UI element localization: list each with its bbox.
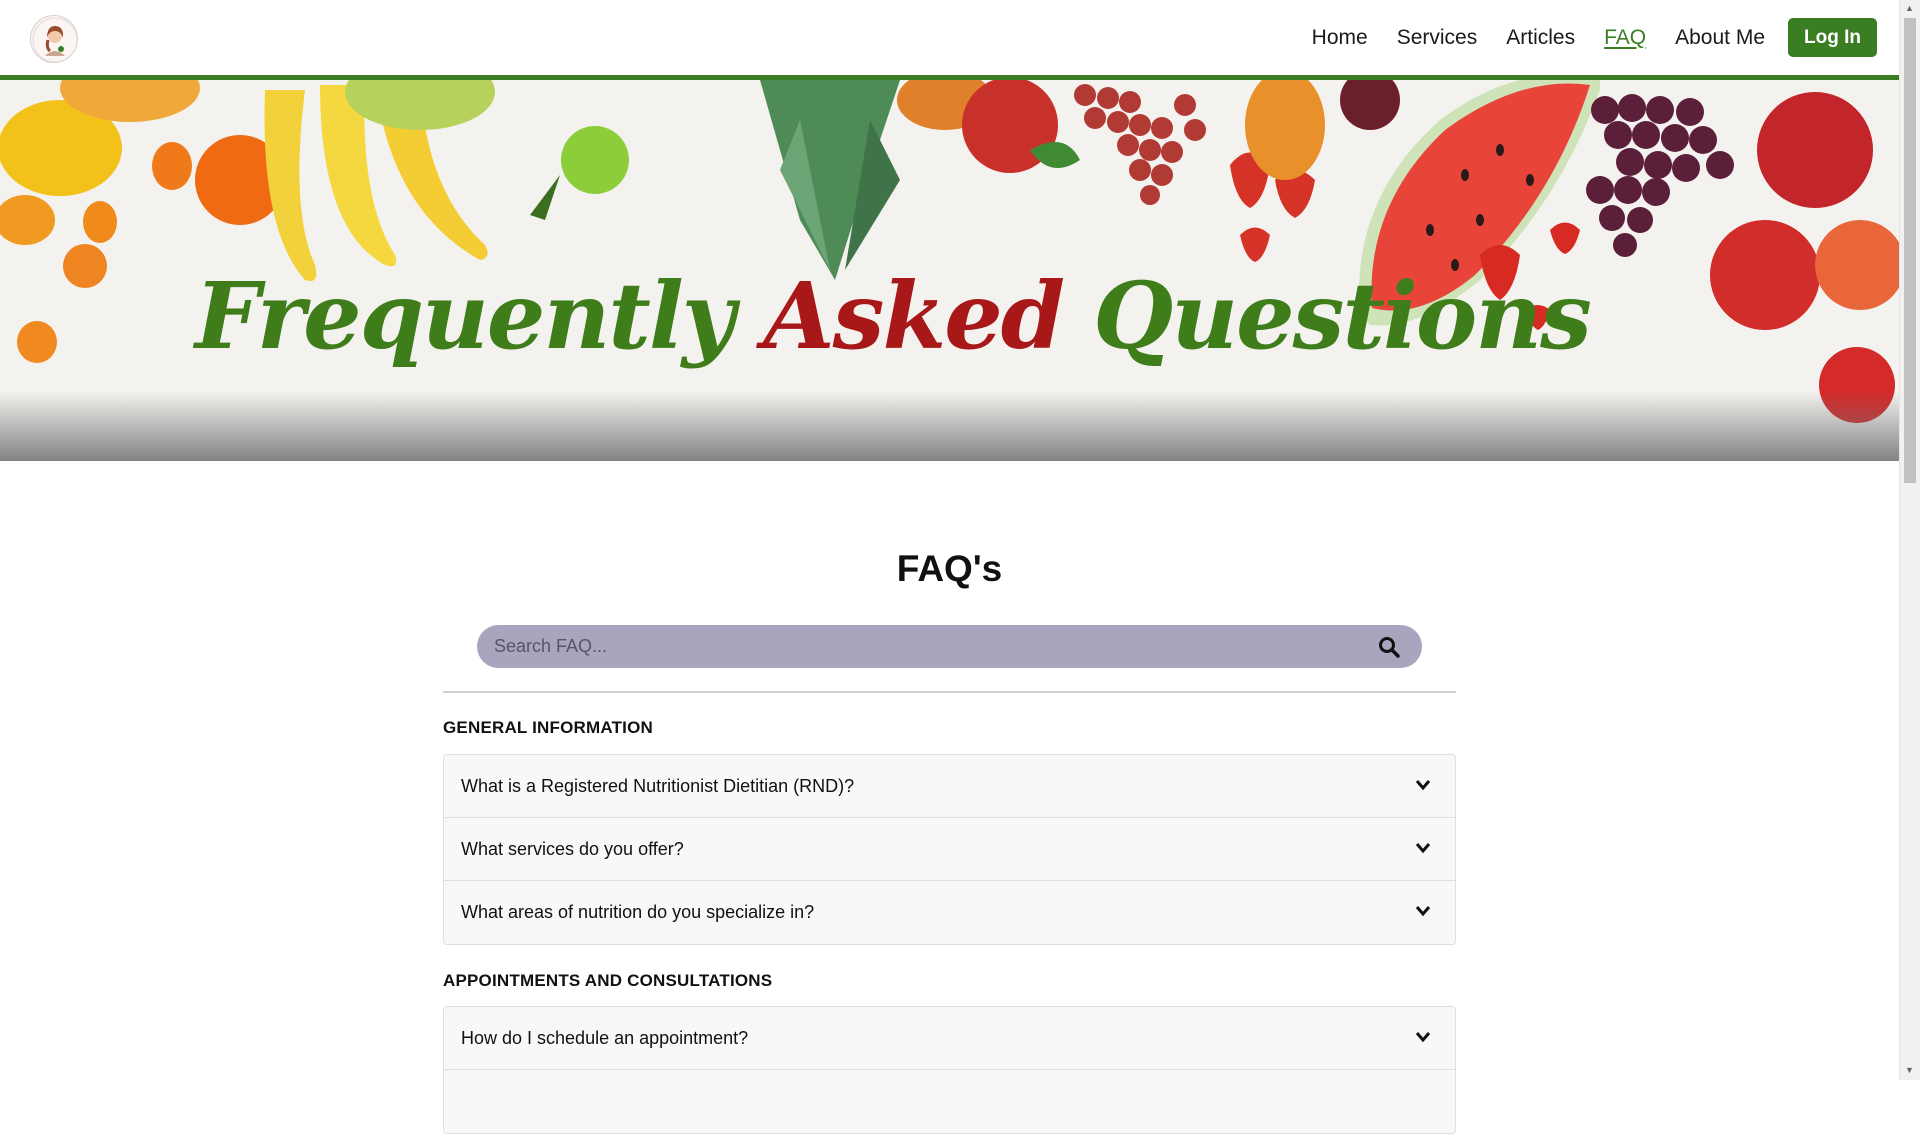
page-title: FAQ's xyxy=(896,548,1003,589)
hero-bottom-shade xyxy=(0,391,1899,461)
faq-group-appointments: How do I schedule an appointment? xyxy=(443,1006,1456,1134)
scrollbar-thumb[interactable] xyxy=(1904,18,1916,483)
nutritionist-logo-icon[interactable] xyxy=(30,15,78,63)
scroll-down-arrow-icon[interactable]: ▼ xyxy=(1905,1066,1914,1075)
hero-title: Frequently Asked Questions xyxy=(195,270,1592,362)
faq-item[interactable]: What services do you offer? xyxy=(444,818,1455,881)
faq-search-bar xyxy=(477,625,1422,668)
hero-title-word-1: Frequently xyxy=(195,262,735,370)
faq-search-input[interactable] xyxy=(494,625,1354,668)
section-title-general: GENERAL INFORMATION xyxy=(443,718,653,737)
main-nav: Home Services Articles FAQ About Me Log … xyxy=(1283,0,1899,75)
scroll-up-arrow-icon[interactable]: ▲ xyxy=(1905,4,1914,13)
faq-question: How do I schedule an appointment? xyxy=(461,1027,749,1048)
nav-services-link[interactable]: Services xyxy=(1397,26,1478,50)
chevron-down-icon[interactable] xyxy=(1415,905,1431,917)
chevron-down-icon[interactable] xyxy=(1415,842,1431,854)
chevron-down-icon[interactable] xyxy=(1415,779,1431,791)
faq-item[interactable] xyxy=(444,1070,1455,1133)
chevron-down-icon[interactable] xyxy=(1415,1031,1431,1043)
search-icon[interactable] xyxy=(1378,636,1400,658)
nav-home-link[interactable]: Home xyxy=(1312,26,1368,50)
login-button[interactable]: Log In xyxy=(1788,18,1877,57)
faq-question: What is a Registered Nutritionist Dietit… xyxy=(461,775,855,796)
nav-faq-link[interactable]: FAQ xyxy=(1604,26,1646,50)
faq-group-general: What is a Registered Nutritionist Dietit… xyxy=(443,754,1456,945)
faq-item[interactable]: What areas of nutrition do you specializ… xyxy=(444,881,1455,944)
page-scrollbar[interactable]: ▲ ▼ xyxy=(1899,0,1920,1080)
faq-item[interactable]: How do I schedule an appointment? xyxy=(444,1007,1455,1070)
section-divider xyxy=(443,691,1456,693)
faq-item[interactable]: What is a Registered Nutritionist Dietit… xyxy=(444,755,1455,818)
section-title-appointments: APPOINTMENTS AND CONSULTATIONS xyxy=(443,971,773,990)
hero-banner: Frequently Asked Questions xyxy=(0,80,1899,461)
nav-about-link[interactable]: About Me xyxy=(1675,26,1765,50)
hero-title-word-3: Questions xyxy=(1093,262,1592,370)
site-header: Home Services Articles FAQ About Me Log … xyxy=(0,0,1899,80)
faq-question: What services do you offer? xyxy=(461,838,684,859)
faq-question: What areas of nutrition do you specializ… xyxy=(461,902,815,922)
nav-articles-link[interactable]: Articles xyxy=(1506,26,1575,50)
hero-title-word-2: Asked xyxy=(763,262,1065,370)
